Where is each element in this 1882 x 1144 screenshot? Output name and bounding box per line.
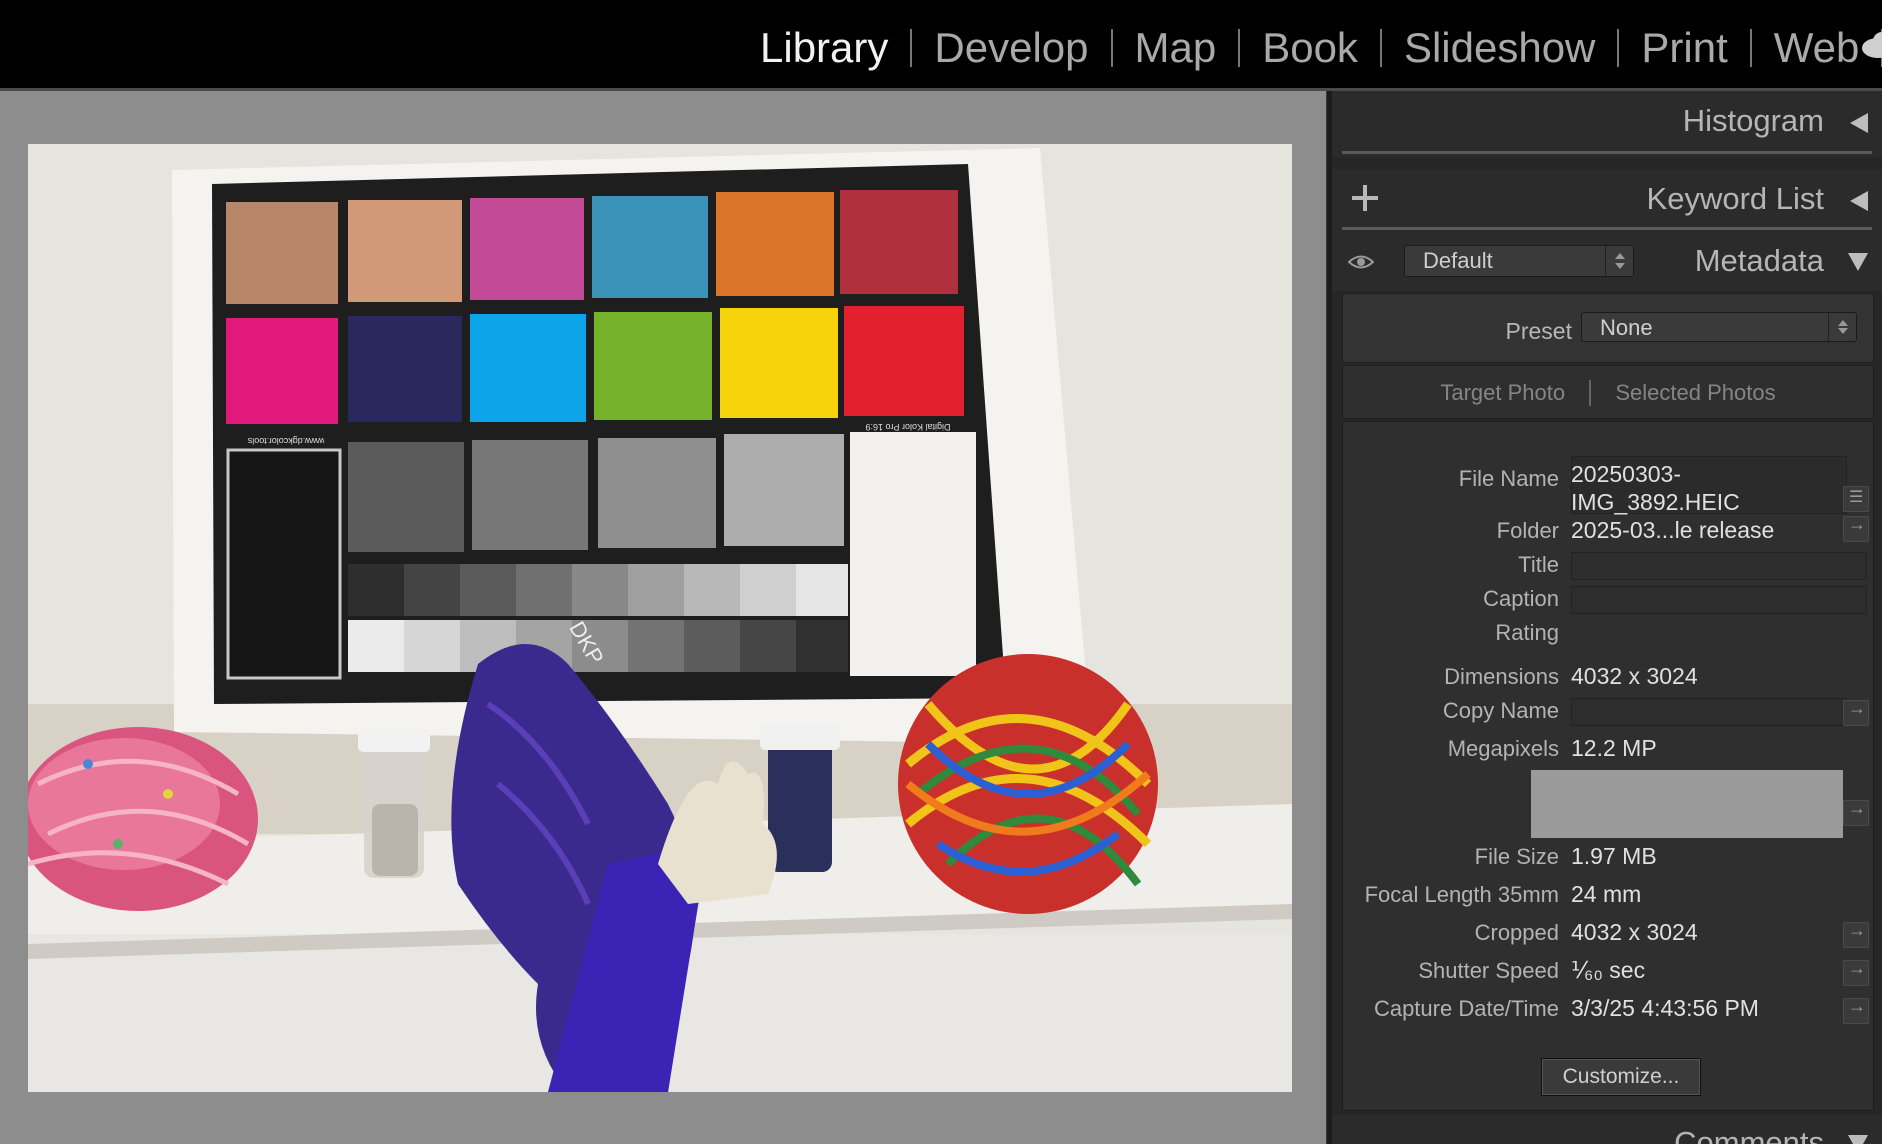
metadata-fields: File Name 20250303- IMG_3892.HEIC Folder… (1342, 421, 1874, 1111)
field-label: Focal Length 35mm (1364, 882, 1559, 907)
file-name-value-line1: 20250303- (1571, 461, 1681, 487)
expand-triangle-icon[interactable] (1848, 1135, 1868, 1144)
folder-value: 2025-03...le release (1571, 517, 1775, 543)
patch (348, 442, 464, 552)
patch (592, 196, 708, 298)
customize-button[interactable]: Customize... (1541, 1058, 1701, 1096)
megapixels-value: 12.2 MP (1571, 735, 1657, 761)
shutter-speed-value: ⅟₆₀ sec (1571, 957, 1646, 983)
arrow-icon[interactable] (1843, 698, 1869, 726)
capture-time-value: 3/3/25 4:43:56 PM (1571, 995, 1759, 1021)
keyword-list-header[interactable]: Keyword List (1332, 169, 1882, 235)
patch (470, 198, 584, 300)
module-map[interactable]: Map (1113, 20, 1239, 76)
select-stepper-icon (1828, 313, 1856, 341)
select-stepper-icon (1605, 246, 1633, 276)
field-label: Caption (1483, 586, 1559, 611)
eye-icon[interactable] (1348, 251, 1374, 273)
field-label: Shutter Speed (1418, 958, 1559, 983)
patch (598, 438, 716, 548)
patch (226, 202, 338, 304)
module-slideshow[interactable]: Slideshow (1382, 20, 1617, 76)
keyword-list-title: Keyword List (1646, 181, 1824, 216)
module-library[interactable]: Library (738, 20, 910, 76)
arrow-icon[interactable] (1843, 798, 1869, 826)
metadata-title: Metadata (1694, 243, 1824, 278)
redacted-area (1531, 770, 1843, 838)
panel-rule (1342, 151, 1872, 154)
patch (348, 200, 462, 302)
field-label: Dimensions (1444, 664, 1559, 689)
metadata-view-select-value: Default (1423, 248, 1493, 273)
cropped-value: 4032 x 3024 (1571, 919, 1698, 945)
field-label: Megapixels (1447, 736, 1559, 761)
field-label: Copy Name (1442, 698, 1559, 723)
patch (226, 318, 338, 424)
comments-header[interactable]: Comments (1332, 1115, 1882, 1144)
photo-image: www.dgkcolor.tools Digital Kolor Pro 16:… (28, 144, 1292, 1092)
metadata-view-select[interactable]: Default (1404, 245, 1634, 277)
module-develop[interactable]: Develop (912, 20, 1110, 76)
caption-input[interactable] (1571, 586, 1867, 614)
expand-triangle-icon[interactable] (1848, 253, 1868, 271)
list-icon[interactable] (1843, 486, 1869, 512)
arrow-icon[interactable] (1843, 996, 1869, 1024)
target-toggle: Target Photo Selected Photos (1343, 379, 1873, 407)
histogram-header[interactable]: Histogram (1332, 91, 1882, 157)
patch (724, 434, 844, 546)
field-label: File Name (1458, 466, 1559, 491)
loupe-view: www.dgkcolor.tools Digital Kolor Pro 16:… (0, 91, 1326, 1144)
go-to-folder-arrow-icon[interactable] (1843, 514, 1869, 542)
arrow-icon[interactable] (1843, 920, 1869, 948)
patch (594, 312, 712, 420)
field-label: Title (1518, 552, 1559, 577)
field-label: Folder (1496, 518, 1559, 543)
module-book[interactable]: Book (1240, 20, 1380, 76)
field-label: File Size (1474, 844, 1559, 869)
right-panel: Histogram Keyword List Default Metadata … (1332, 91, 1882, 1144)
module-picker-bar: Library Develop Map Book Slideshow Print… (0, 0, 1882, 91)
preset-select[interactable]: None (1581, 312, 1857, 342)
comments-title: Comments (1674, 1125, 1824, 1144)
selected-photos-option[interactable]: Selected Photos (1615, 380, 1775, 406)
panel-rule (1342, 227, 1872, 230)
target-separator (1589, 380, 1592, 407)
patch (472, 440, 588, 550)
patch (348, 316, 462, 422)
patch (720, 308, 838, 418)
plus-icon[interactable] (1352, 185, 1378, 211)
metadata-header[interactable]: Default Metadata (1332, 231, 1882, 291)
module-picker: Library Develop Map Book Slideshow Print… (738, 20, 1882, 76)
photo-preview[interactable]: www.dgkcolor.tools Digital Kolor Pro 16:… (28, 144, 1292, 1092)
field-label: Rating (1495, 620, 1559, 645)
patch (716, 192, 834, 296)
file-size-value: 1.97 MB (1571, 843, 1657, 869)
focal-length-value: 24 mm (1571, 881, 1642, 907)
preset-section: Preset None (1342, 293, 1874, 363)
target-photo-option[interactable]: Target Photo (1440, 380, 1565, 406)
dimensions-value: 4032 x 3024 (1571, 663, 1698, 689)
target-section: Target Photo Selected Photos (1342, 365, 1874, 419)
file-name-value-line2: IMG_3892.HEIC (1571, 489, 1740, 515)
copy-name-input[interactable] (1571, 698, 1847, 726)
preset-select-value: None (1600, 315, 1653, 340)
patch (844, 306, 964, 416)
field-label: Capture Date/Time (1373, 996, 1559, 1021)
chart-name-text: Digital Kolor Pro 16:9 (865, 422, 950, 432)
preset-label: Preset (1505, 318, 1572, 344)
patch (850, 432, 976, 676)
collapse-triangle-icon[interactable] (1850, 113, 1868, 133)
histogram-title: Histogram (1682, 103, 1824, 138)
collapse-triangle-icon[interactable] (1850, 191, 1868, 211)
patch (470, 314, 586, 422)
arrow-icon[interactable] (1843, 958, 1869, 986)
chart-brand-text: www.dgkcolor.tools (247, 436, 325, 446)
cloud-icon[interactable] (1858, 30, 1882, 60)
title-input[interactable] (1571, 552, 1867, 580)
patch (840, 190, 958, 294)
module-print[interactable]: Print (1619, 20, 1749, 76)
field-label: Cropped (1474, 920, 1559, 945)
